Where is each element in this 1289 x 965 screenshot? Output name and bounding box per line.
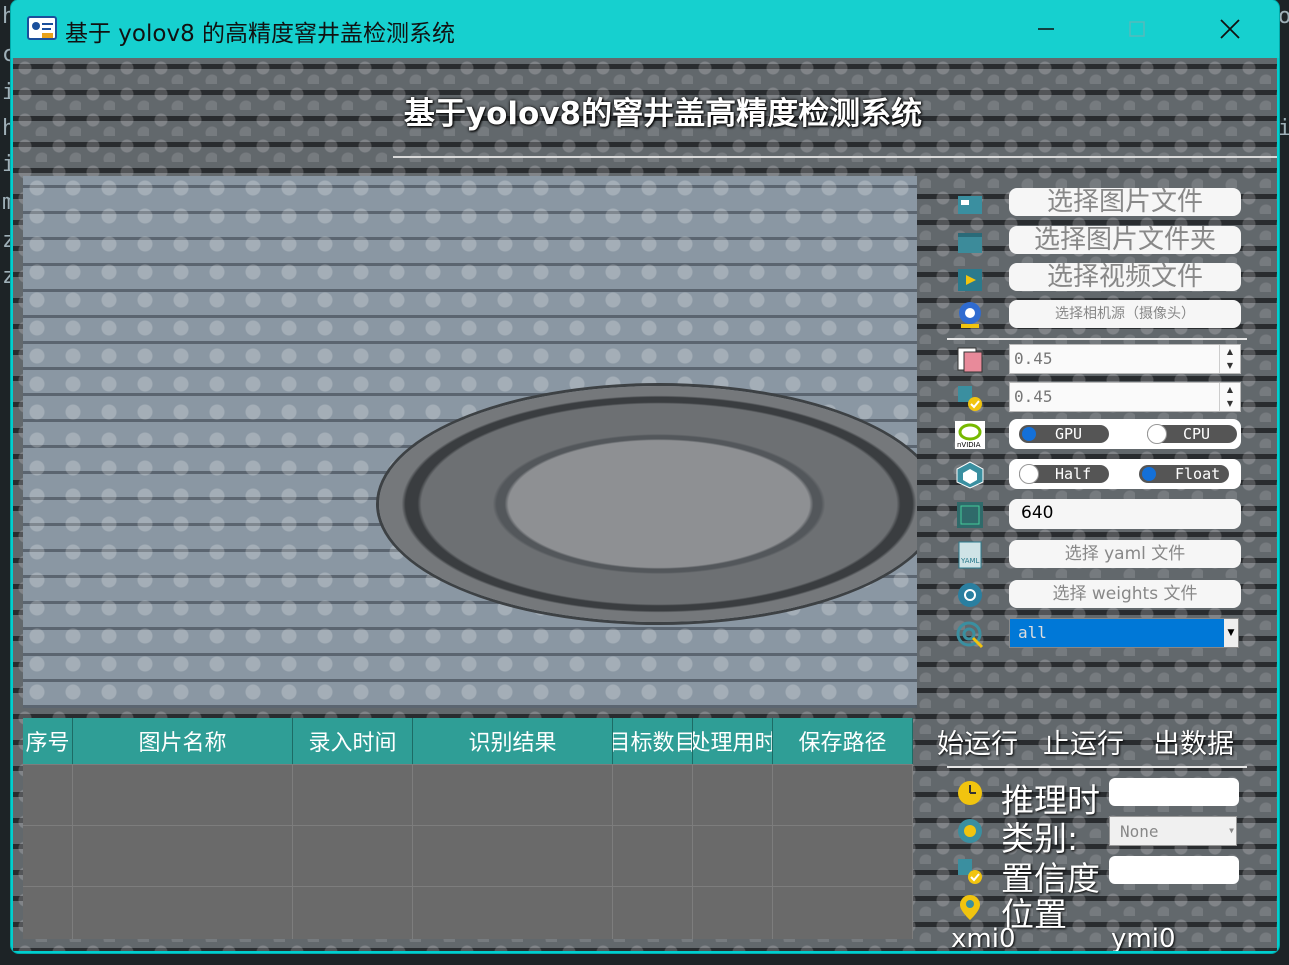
camera-icon bbox=[955, 300, 985, 330]
select-image-button[interactable]: 选择图片文件 bbox=[1009, 188, 1241, 216]
class-filter-combo[interactable]: all ▼ bbox=[1009, 618, 1239, 648]
xmin-label: xmi0 bbox=[951, 924, 1015, 951]
gpu-label: GPU bbox=[1055, 425, 1083, 443]
col-header[interactable]: 处理用时 bbox=[693, 718, 773, 764]
page-title: 基于yolov8的窨井盖高精度检测系统 bbox=[403, 96, 923, 132]
col-header[interactable]: 识别结果 bbox=[413, 718, 613, 764]
confidence-icon bbox=[955, 383, 985, 413]
target-icon bbox=[955, 620, 985, 650]
ymin-value: 0 bbox=[1158, 924, 1176, 951]
title-divider bbox=[393, 156, 1277, 158]
float-label: Float bbox=[1175, 465, 1221, 483]
cube-icon bbox=[955, 460, 985, 490]
svg-text:nVIDIA: nVIDIA bbox=[957, 441, 981, 449]
cpu-radio[interactable]: CPU bbox=[1147, 424, 1237, 444]
image-size-input[interactable]: 640 bbox=[1009, 499, 1241, 529]
manhole-image bbox=[379, 386, 917, 622]
main-content: 基于yolov8的窨井盖高精度检测系统 序号 图片名称 录入时间 识别结果 目标… bbox=[13, 58, 1277, 951]
minimize-icon bbox=[1038, 28, 1054, 30]
class-filter-value: all bbox=[1018, 623, 1047, 642]
window-title: 基于 yolov8 的高精度窨井盖检测系统 bbox=[65, 21, 456, 47]
divider bbox=[947, 338, 1247, 340]
image-icon bbox=[955, 190, 985, 220]
app-icon bbox=[27, 14, 57, 44]
select-weights-button[interactable]: 选择 weights 文件 bbox=[1009, 580, 1241, 608]
col-header[interactable]: 目标数目 bbox=[613, 718, 693, 764]
terminal-char: i bbox=[1278, 116, 1289, 141]
chevron-down-icon[interactable]: ▼ bbox=[1229, 817, 1234, 845]
table-header: 序号 图片名称 录入时间 识别结果 目标数目 处理用时 保存路径 bbox=[23, 718, 913, 764]
yaml-icon: YAML bbox=[955, 540, 985, 570]
start-button[interactable]: 始运行 bbox=[937, 722, 1018, 761]
divider bbox=[947, 766, 1247, 768]
ymin-label: ymi0 bbox=[1111, 924, 1175, 951]
col-header[interactable]: 保存路径 bbox=[773, 718, 913, 764]
select-video-button[interactable]: 选择视频文件 bbox=[1009, 263, 1241, 291]
table-row[interactable] bbox=[23, 886, 913, 939]
iou-icon bbox=[955, 345, 985, 375]
confidence-result-icon bbox=[955, 856, 985, 886]
close-button[interactable] bbox=[1207, 10, 1253, 48]
spin-arrows[interactable]: ▲ ▼ bbox=[1219, 345, 1240, 373]
spin-up-icon[interactable]: ▲ bbox=[1220, 345, 1240, 359]
iou-value: 0.45 bbox=[1014, 349, 1053, 368]
class-icon bbox=[955, 816, 985, 846]
half-label: Half bbox=[1055, 465, 1092, 483]
gpu-radio[interactable]: GPU bbox=[1019, 425, 1109, 443]
export-button[interactable]: 出数据 bbox=[1153, 722, 1234, 761]
class-result-value: None bbox=[1120, 822, 1159, 841]
video-icon bbox=[955, 265, 985, 295]
nvidia-icon: nVIDIA bbox=[955, 420, 985, 450]
folder-icon bbox=[955, 228, 985, 258]
spin-down-icon[interactable]: ▼ bbox=[1220, 397, 1240, 411]
control-panel: 选择图片文件 选择图片文件夹 选择视频文件 选择相机源（摄像头） 0.45 ▲ ▼… bbox=[917, 188, 1277, 951]
conf-value: 0.45 bbox=[1014, 387, 1053, 406]
precision-selector: Half Float bbox=[1009, 459, 1241, 489]
table-row[interactable] bbox=[23, 764, 913, 825]
col-header[interactable]: 图片名称 bbox=[73, 718, 293, 764]
float-radio[interactable]: Float bbox=[1139, 465, 1229, 483]
col-header[interactable]: 序号 bbox=[23, 718, 73, 764]
cpu-label: CPU bbox=[1183, 425, 1211, 443]
stop-button[interactable]: 止运行 bbox=[1043, 722, 1124, 761]
infer-time-value bbox=[1109, 778, 1239, 806]
results-table: 序号 图片名称 录入时间 识别结果 目标数目 处理用时 保存路径 bbox=[23, 718, 913, 939]
spin-down-icon[interactable]: ▼ bbox=[1220, 359, 1240, 373]
terminal-char: o bbox=[1278, 4, 1289, 29]
table-row[interactable] bbox=[23, 825, 913, 886]
svg-text:YAML: YAML bbox=[960, 557, 980, 565]
close-icon bbox=[1220, 19, 1240, 39]
maximize-icon bbox=[1129, 21, 1145, 37]
image-size-icon bbox=[955, 500, 985, 530]
conf-spinbox[interactable]: 0.45 ▲ ▼ bbox=[1009, 382, 1241, 412]
half-radio[interactable]: Half bbox=[1019, 464, 1109, 484]
class-result-combo[interactable]: None ▼ bbox=[1109, 816, 1237, 846]
clock-icon bbox=[955, 778, 985, 808]
select-camera-button[interactable]: 选择相机源（摄像头） bbox=[1009, 300, 1241, 328]
select-yaml-button[interactable]: 选择 yaml 文件 bbox=[1009, 540, 1241, 568]
maximize-button[interactable] bbox=[1114, 10, 1160, 48]
xmin-value: 0 bbox=[998, 924, 1016, 951]
title-bar[interactable]: 基于 yolov8 的高精度窨井盖检测系统 bbox=[11, 0, 1279, 58]
image-display bbox=[23, 176, 917, 708]
chevron-down-icon[interactable]: ▼ bbox=[1224, 619, 1238, 647]
spin-up-icon[interactable]: ▲ bbox=[1220, 383, 1240, 397]
col-header[interactable]: 录入时间 bbox=[293, 718, 413, 764]
device-selector: GPU CPU bbox=[1009, 419, 1241, 449]
iou-spinbox[interactable]: 0.45 ▲ ▼ bbox=[1009, 344, 1241, 374]
app-window: 基于 yolov8 的高精度窨井盖检测系统 基于yolov8的窨井盖高精度检测系… bbox=[11, 0, 1279, 953]
minimize-button[interactable] bbox=[1023, 10, 1069, 48]
location-pin-icon bbox=[955, 892, 985, 922]
select-folder-button[interactable]: 选择图片文件夹 bbox=[1009, 226, 1241, 254]
spin-arrows[interactable]: ▲ ▼ bbox=[1219, 383, 1240, 411]
weights-icon bbox=[955, 580, 985, 610]
confidence-value bbox=[1109, 856, 1239, 884]
